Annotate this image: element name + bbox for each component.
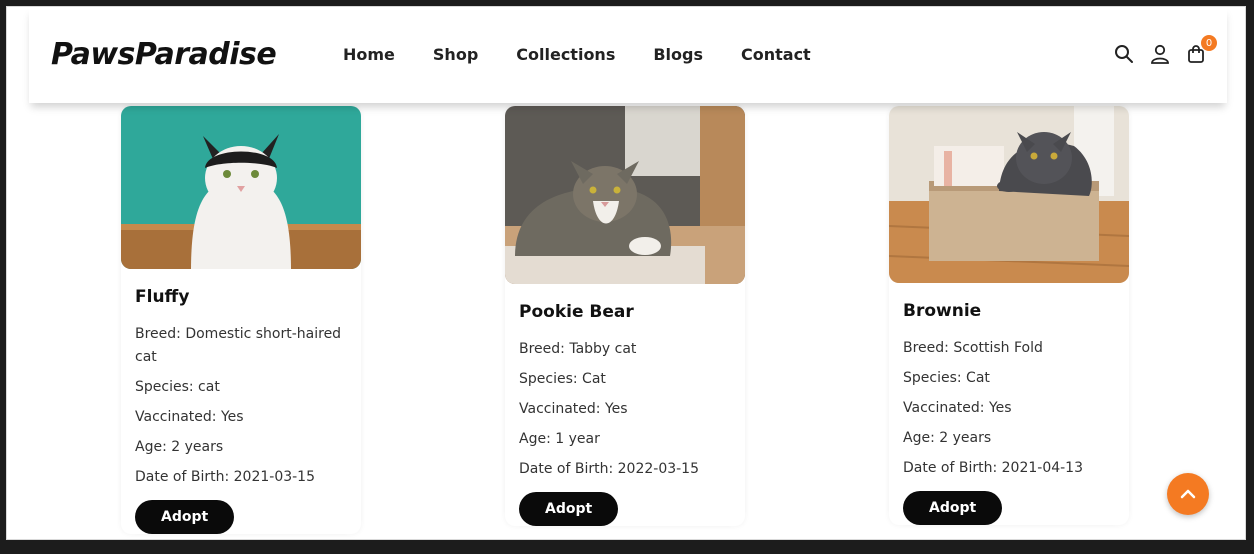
site-header: PawsParadise Home Shop Collections Blogs… — [29, 7, 1227, 103]
user-icon[interactable] — [1149, 43, 1171, 65]
pet-photo-pookie-bear — [505, 106, 745, 284]
pet-dob: Date of Birth: 2021-04-13 — [903, 460, 1083, 476]
pet-info: Brownie Breed: Scottish Fold Species: Ca… — [889, 283, 1129, 525]
pet-card-brownie: Brownie Breed: Scottish Fold Species: Ca… — [889, 106, 1129, 525]
pet-name: Fluffy — [135, 287, 190, 307]
pet-species: Species: Cat — [519, 371, 606, 387]
nav-shop[interactable]: Shop — [433, 45, 478, 64]
adopt-button-pookie-bear[interactable]: Adopt — [519, 492, 619, 526]
browser-frame: PawsParadise Home Shop Collections Blogs… — [6, 6, 1246, 540]
pet-vaccinated: Vaccinated: Yes — [519, 401, 628, 417]
pet-species: Species: Cat — [903, 370, 990, 386]
adopt-button-fluffy[interactable]: Adopt — [135, 500, 235, 534]
pet-age: Age: 2 years — [903, 430, 992, 446]
pet-photo-brownie — [889, 106, 1129, 283]
cart-icon[interactable]: 0 — [1185, 35, 1217, 65]
site-logo[interactable]: PawsParadise — [51, 37, 277, 72]
nav-collections[interactable]: Collections — [516, 45, 615, 64]
pet-name: Pookie Bear — [519, 302, 634, 322]
main-nav: Home Shop Collections Blogs Contact — [343, 45, 849, 64]
pet-info: Fluffy Breed: Domestic short-haired cat … — [121, 269, 361, 534]
cart-count-badge: 0 — [1201, 35, 1217, 51]
pet-info: Pookie Bear Breed: Tabby cat Species: Ca… — [505, 284, 745, 526]
nav-contact[interactable]: Contact — [741, 45, 811, 64]
pet-vaccinated: Vaccinated: Yes — [135, 409, 244, 425]
pet-breed: Breed: Domestic short-haired cat — [135, 326, 342, 365]
pet-breed: Breed: Tabby cat — [519, 341, 637, 357]
pet-breed: Breed: Scottish Fold — [903, 340, 1043, 356]
pet-name: Brownie — [903, 301, 982, 321]
chevron-up-icon — [1180, 489, 1196, 499]
header-icons: 0 — [1113, 35, 1217, 65]
pet-photo-fluffy — [121, 106, 361, 269]
scroll-to-top-button[interactable] — [1167, 473, 1209, 515]
nav-home[interactable]: Home — [343, 45, 395, 64]
pet-species: Species: cat — [135, 379, 220, 395]
pet-dob: Date of Birth: 2021-03-15 — [135, 469, 315, 485]
pet-vaccinated: Vaccinated: Yes — [903, 400, 1012, 416]
search-icon[interactable] — [1113, 43, 1135, 65]
pet-dob: Date of Birth: 2022-03-15 — [519, 461, 699, 477]
pet-card-pookie-bear: Pookie Bear Breed: Tabby cat Species: Ca… — [505, 106, 745, 526]
pet-age: Age: 2 years — [135, 439, 224, 455]
adopt-button-brownie[interactable]: Adopt — [903, 491, 1003, 525]
pet-card-fluffy: Fluffy Breed: Domestic short-haired cat … — [121, 106, 361, 534]
nav-blogs[interactable]: Blogs — [653, 45, 703, 64]
pet-age: Age: 1 year — [519, 431, 600, 447]
